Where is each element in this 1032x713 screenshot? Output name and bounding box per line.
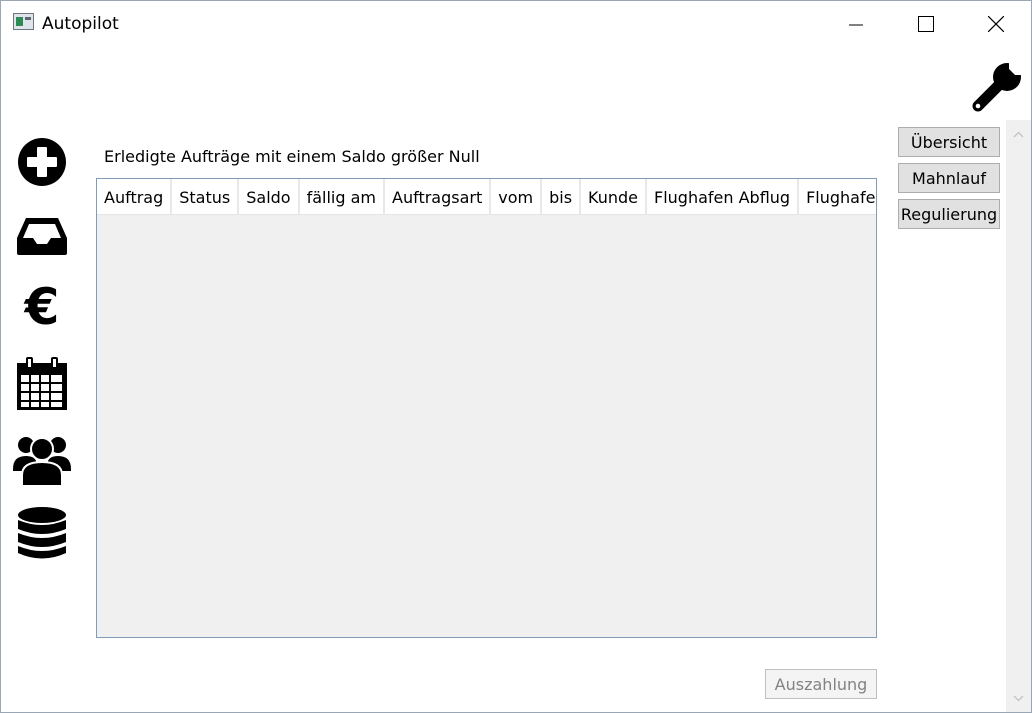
- grid-title: Erledigte Aufträge mit einem Saldo größe…: [104, 147, 480, 166]
- scroll-up-button[interactable]: [1006, 120, 1031, 148]
- inbox-tray-icon: [17, 218, 67, 255]
- orders-grid[interactable]: Auftrag Status Saldo fällig am Auftragsa…: [96, 178, 877, 638]
- column-header-from[interactable]: vom: [491, 179, 543, 215]
- maximize-icon: [918, 16, 934, 32]
- grid-header: Auftrag Status Saldo fällig am Auftragsa…: [97, 179, 876, 215]
- close-button[interactable]: [961, 1, 1031, 47]
- nav-database-button[interactable]: [11, 503, 73, 565]
- column-header-order-type[interactable]: Auftragsart: [385, 179, 492, 215]
- database-icon: [18, 507, 66, 559]
- title-bar[interactable]: Autopilot: [1, 1, 1031, 47]
- column-header-balance[interactable]: Saldo: [239, 179, 300, 215]
- close-icon: [988, 16, 1004, 32]
- scroll-down-button[interactable]: [1006, 684, 1031, 712]
- nav-customers-button[interactable]: [11, 428, 73, 490]
- column-header-to[interactable]: bis: [542, 179, 582, 215]
- column-header-customer[interactable]: Kunde: [581, 179, 648, 215]
- column-header-order[interactable]: Auftrag: [97, 179, 173, 215]
- app-window: Autopilot € Erledigte Aufträge mit einem…: [0, 0, 1032, 713]
- chevron-down-icon: [1013, 695, 1024, 701]
- app-icon: [13, 13, 34, 30]
- column-header-status[interactable]: Status: [172, 179, 240, 215]
- chevron-up-icon: [1013, 131, 1024, 137]
- vertical-scrollbar[interactable]: [1006, 120, 1031, 712]
- wrench-icon: [972, 61, 1023, 112]
- column-header-due-date[interactable]: fällig am: [300, 179, 385, 215]
- window-title: Autopilot: [42, 14, 119, 34]
- payout-button[interactable]: Auszahlung: [765, 669, 877, 699]
- column-header-departure-airport[interactable]: Flughafen Abflug: [647, 179, 800, 215]
- overview-button[interactable]: Übersicht: [898, 127, 1000, 157]
- dunning-button[interactable]: Mahnlauf: [898, 163, 1000, 193]
- nav-finance-button[interactable]: €: [11, 276, 73, 338]
- column-header-airport[interactable]: Flughafen: [799, 179, 876, 215]
- users-icon: [13, 437, 71, 487]
- settings-button[interactable]: [969, 59, 1025, 115]
- calendar-icon: [17, 357, 67, 410]
- maximize-button[interactable]: [891, 1, 961, 47]
- minimize-button[interactable]: [821, 1, 891, 47]
- nav-inbox-button[interactable]: [11, 205, 73, 267]
- minimize-icon: [849, 24, 863, 26]
- nav-new-button[interactable]: [11, 131, 73, 193]
- nav-calendar-button[interactable]: [11, 353, 73, 415]
- euro-icon: €: [24, 278, 60, 336]
- regulation-button[interactable]: Regulierung: [898, 199, 1000, 229]
- plus-circle-icon: [18, 138, 66, 186]
